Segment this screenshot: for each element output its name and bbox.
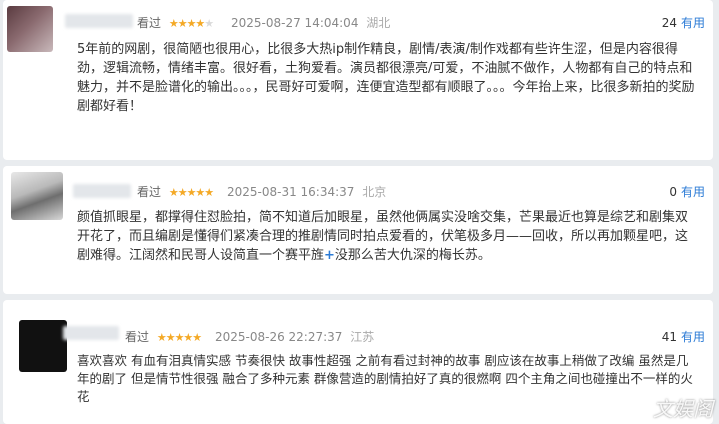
blurred-username[interactable] <box>63 326 119 340</box>
plus-icon: + <box>324 248 335 263</box>
watch-status: 看过 <box>125 330 150 344</box>
useful-label[interactable]: 有用 <box>681 185 705 199</box>
comment-location: 江苏 <box>350 330 375 344</box>
comment-meta: 看过 ★★★★★ 2025-08-31 16:34:37 北京 <box>137 183 390 200</box>
avatar[interactable] <box>19 320 67 372</box>
watch-status: 看过 <box>137 16 162 30</box>
blurred-username[interactable] <box>65 14 133 28</box>
comment-text: 喜欢喜欢 有血有泪真情实感 节奏很快 故事性超强 之前有看过封神的故事 剧应该在… <box>77 353 693 404</box>
comment-card: 看过 ★★★★★ 2025-08-31 16:34:37 北京 0 有用 颜值抓眼… <box>3 166 713 294</box>
avatar[interactable] <box>7 6 53 52</box>
rating-stars: ★★★★★ <box>156 331 202 344</box>
avatar[interactable] <box>11 172 63 220</box>
useful-count: 0 <box>669 185 677 199</box>
watch-status: 看过 <box>137 185 162 199</box>
comment-text: 5年前的网剧，很简陋也很用心，比很多大热ip制作精良，剧情/表演/制作戏都有些许… <box>77 42 695 114</box>
comment-meta: 看过 ★★★★★ 2025-08-27 14:04:04 湖北 <box>137 14 394 31</box>
useful-count: 24 <box>661 16 677 30</box>
comment-time: 2025-08-26 22:27:37 <box>214 330 343 344</box>
blurred-username[interactable] <box>73 184 131 198</box>
useful-label[interactable]: 有用 <box>681 330 705 344</box>
rating-stars: ★★★★★ <box>168 17 214 30</box>
comment-text: 颜值抓眼星，都撑得住怼脸拍，简不知道后加眼星，虽然他俩属实没啥交集，芒果最近也算… <box>77 208 699 265</box>
useful-button[interactable]: 41 有用 <box>662 328 705 345</box>
useful-count: 41 <box>661 330 677 344</box>
comment-location: 湖北 <box>366 16 391 30</box>
useful-button[interactable]: 0 有用 <box>669 183 705 200</box>
comment-time: 2025-08-27 14:04:04 <box>231 16 359 30</box>
useful-button[interactable]: 24 有用 <box>662 14 705 31</box>
rating-stars: ★★★★★ <box>168 186 214 199</box>
watermark: 文娱阁 <box>653 397 713 421</box>
comment-card: 看过 ★★★★★ 2025-08-27 14:04:04 湖北 24 有用 5年前… <box>3 0 713 160</box>
comment-text-part: 没那么苦大仇深的梅长苏。 <box>334 248 491 263</box>
comment-time: 2025-08-31 16:34:37 <box>226 185 355 199</box>
useful-label[interactable]: 有用 <box>681 16 705 30</box>
comment-meta: 看过 ★★★★★ 2025-08-26 22:27:37 江苏 <box>125 328 378 345</box>
comment-location: 北京 <box>362 185 387 199</box>
comment-card: 看过 ★★★★★ 2025-08-26 22:27:37 江苏 41 有用 喜欢喜… <box>3 300 713 424</box>
